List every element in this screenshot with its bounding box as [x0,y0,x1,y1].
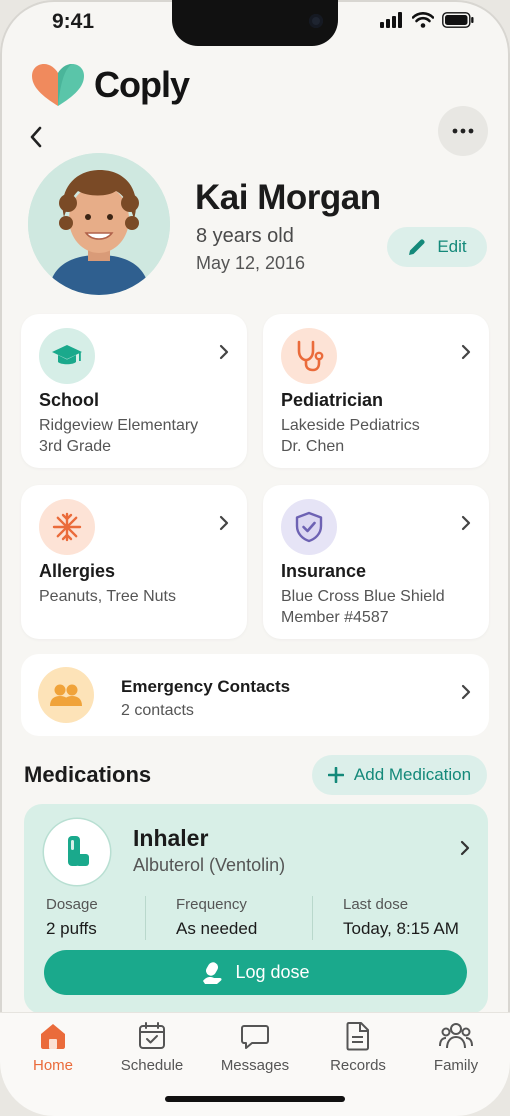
tab-label: Family [433,1057,479,1074]
medication-generic: Albuterol (Ventolin) [133,855,286,875]
stat-value: As needed [176,919,258,938]
chevron-right-icon [461,515,471,531]
card-line: Blue Cross Blue Shield [281,588,445,605]
log-dose-button[interactable]: Log dose [44,950,467,995]
stat-value: Today, 8:15 AM [343,919,459,938]
allergen-burst-icon [52,512,82,542]
divider [145,896,146,940]
card-line: 3rd Grade [39,438,112,455]
stat-label: Last dose [343,896,409,913]
stat-label: Frequency [176,896,247,913]
card-line: Ridgeview Elementary [39,417,199,434]
chevron-right-icon [219,515,229,531]
tab-home[interactable]: Home [3,1021,103,1074]
allergies-icon-badge [39,499,95,555]
people-icon [50,684,82,706]
battery-icon [442,12,474,28]
pencil-icon [409,239,425,255]
card-allergies[interactable]: Allergies Peanuts, Tree Nuts [21,485,247,639]
brand-name: Coply [94,64,190,105]
calendar-icon [139,1022,165,1049]
plus-icon [327,767,344,783]
back-button[interactable] [24,122,48,152]
profile-dob: May 12, 2016 [196,253,306,273]
family-icon [439,1023,473,1049]
add-medication-label: Add Medication [353,765,472,784]
medication-name: Inhaler [133,825,209,851]
tab-family[interactable]: Family [406,1021,506,1074]
school-icon-badge [39,328,95,384]
child-portrait-icon [28,153,170,295]
avatar [28,153,170,295]
card-title: Allergies [39,561,116,581]
dynamic-island [172,0,338,46]
shield-check-icon [295,511,323,543]
status-bar: 9:41 [0,0,510,46]
status-time: 9:41 [52,10,95,33]
contacts-icon-badge [38,667,94,723]
home-indicator[interactable] [165,1096,345,1102]
pill-hand-icon [203,961,222,984]
card-pediatrician[interactable]: Pediatrician Lakeside Pediatrics Dr. Che… [263,314,489,468]
stethoscope-icon [297,340,324,372]
tab-schedule[interactable]: Schedule [102,1021,202,1074]
document-icon [346,1022,369,1051]
pediatrician-icon-badge [281,328,337,384]
edit-button[interactable]: Edit [387,227,487,267]
divider [312,896,313,940]
card-school[interactable]: School Ridgeview Elementary 3rd Grade [21,314,247,468]
stat-last-dose: Last dose Today, 8:15 AM [343,896,459,939]
more-button[interactable] [438,106,488,156]
home-icon [41,1024,65,1049]
status-icons [380,12,474,28]
app-logo: Coply [30,62,190,108]
emergency-contacts-row[interactable]: Emergency Contacts 2 contacts [21,654,489,736]
inhaler-icon [68,836,89,866]
medication-card[interactable]: Inhaler Albuterol (Ventolin) Dosage 2 pu… [24,804,488,1014]
edit-label: Edit [437,237,467,256]
tab-label: Home [32,1057,73,1074]
stat-value: 2 puffs [46,919,97,938]
medication-icon-badge [44,819,110,885]
tab-label: Schedule [120,1057,184,1074]
profile-age: 8 years old [196,225,294,247]
chevron-left-icon [30,126,42,148]
chevron-right-icon [461,684,471,700]
tab-label: Messages [220,1057,290,1074]
chevron-right-icon [460,840,470,856]
message-icon [241,1025,269,1049]
card-title: School [39,390,100,410]
card-line: Member #4587 [281,609,389,626]
add-medication-button[interactable]: Add Medication [312,755,487,795]
more-dots-icon [452,128,474,134]
card-line: Lakeside Pediatrics [281,417,420,434]
profile-name: Kai Morgan [195,178,381,217]
chevron-right-icon [461,344,471,360]
card-line: Dr. Chen [281,438,345,455]
wifi-icon [412,12,434,28]
emergency-subtitle: 2 contacts [121,702,194,719]
card-title: Pediatrician [281,390,384,410]
medications-heading: Medications [24,762,152,787]
card-line: Peanuts, Tree Nuts [39,588,176,605]
tab-messages[interactable]: Messages [205,1021,305,1074]
graduation-cap-icon [52,345,82,365]
phone-screen: 9:41 Coply Kai Morgan 8 years old May 12… [0,0,510,1116]
card-insurance[interactable]: Insurance Blue Cross Blue Shield Member … [263,485,489,639]
heart-logo-icon [32,64,84,106]
insurance-icon-badge [281,499,337,555]
stat-dosage: Dosage 2 puffs [46,896,98,939]
stat-label: Dosage [46,896,98,913]
stat-frequency: Frequency As needed [176,896,257,939]
card-title: Insurance [281,561,367,581]
emergency-title: Emergency Contacts [121,677,291,696]
chevron-right-icon [219,344,229,360]
tab-label: Records [330,1057,386,1074]
signal-icon [380,12,402,28]
log-dose-label: Log dose [235,962,310,982]
tab-records[interactable]: Records [308,1021,408,1074]
